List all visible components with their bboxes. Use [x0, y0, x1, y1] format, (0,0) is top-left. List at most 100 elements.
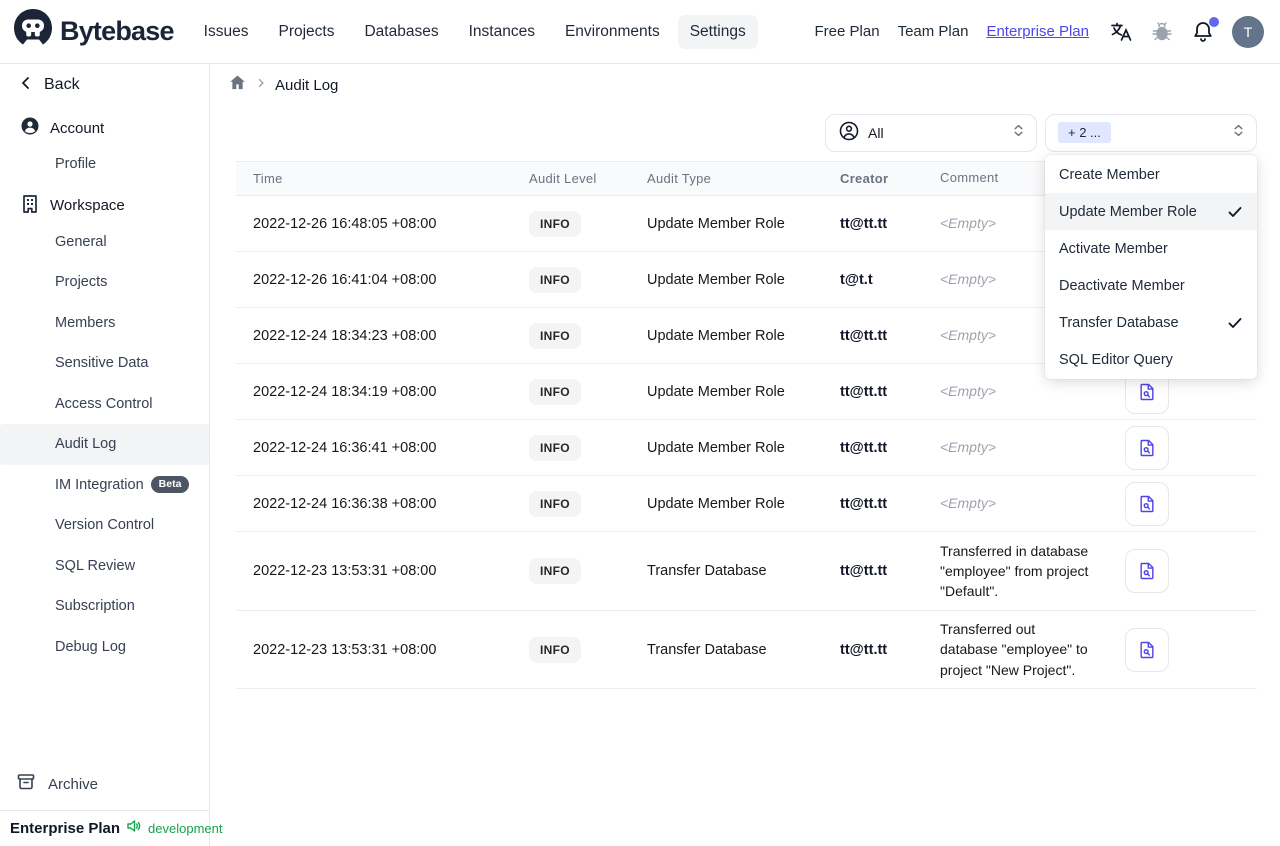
menu-item-update-member-role[interactable]: Update Member Role: [1045, 193, 1257, 230]
sidebar-group-account: Account: [0, 112, 209, 144]
nav-item-issues[interactable]: Issues: [192, 15, 261, 49]
nav-item-databases[interactable]: Databases: [352, 15, 450, 49]
main-nav: Issues Projects Databases Instances Envi…: [192, 14, 758, 49]
sidebar-group-workspace: Workspace: [0, 190, 209, 222]
row-creator: tt@tt.tt: [840, 327, 888, 344]
row-creator: tt@tt.tt: [840, 495, 888, 512]
audit-level-badge: INFO: [529, 322, 581, 349]
nav-item-projects[interactable]: Projects: [266, 15, 346, 49]
menu-item-transfer-database[interactable]: Transfer Database: [1045, 304, 1257, 341]
row-audit-type: Update Member Role: [647, 271, 785, 288]
sidebar-item-debug-log[interactable]: Debug Log: [0, 627, 209, 668]
team-plan-link[interactable]: Team Plan: [898, 23, 969, 40]
account-group-label: Account: [50, 119, 105, 137]
creator-filter-select[interactable]: All: [825, 114, 1037, 152]
column-header-time: Time: [253, 171, 283, 186]
nav-item-settings[interactable]: Settings: [677, 14, 758, 49]
view-detail-button[interactable]: [1125, 627, 1169, 672]
archive-label: Archive: [48, 775, 99, 793]
avatar[interactable]: T: [1232, 15, 1264, 48]
menu-item-create-member[interactable]: Create Member: [1045, 156, 1257, 193]
chevron-left-icon: [18, 75, 34, 96]
breadcrumb: Audit Log: [210, 75, 1280, 95]
row-comment: <Empty>: [940, 495, 997, 512]
row-time: 2022-12-24 16:36:38 +08:00: [253, 495, 437, 512]
brand-name: Bytebase: [60, 16, 174, 46]
row-creator: tt@tt.tt: [840, 383, 888, 400]
settings-sidebar: Back Account Profile Workspace General P…: [0, 64, 223, 846]
plan-links: Free Plan Team Plan Enterprise Plan: [815, 23, 1089, 40]
workspace-group-label: Workspace: [50, 197, 125, 214]
audit-level-badge: INFO: [529, 434, 581, 461]
breadcrumb-current: Audit Log: [275, 76, 339, 94]
home-icon[interactable]: [228, 73, 247, 97]
sidebar-item-im-integration[interactable]: IM Integration Beta: [0, 465, 209, 506]
row-comment: <Empty>: [940, 439, 997, 456]
menu-item-deactivate-member[interactable]: Deactivate Member: [1045, 267, 1257, 304]
chevron-up-down-icon: [1011, 123, 1026, 143]
bytebase-logo-icon: [14, 9, 52, 54]
column-header-audit-type: Audit Type: [647, 171, 712, 186]
sidebar-item-access-control[interactable]: Access Control: [0, 384, 209, 425]
building-icon: [20, 194, 40, 218]
row-time: 2022-12-23 13:53:31 +08:00: [253, 641, 437, 658]
view-detail-button[interactable]: [1125, 549, 1169, 593]
audit-level-badge: INFO: [529, 210, 581, 237]
free-plan-link[interactable]: Free Plan: [815, 23, 880, 40]
filter-toolbar: All + 2 ...: [210, 114, 1257, 152]
archive-icon: [16, 772, 36, 796]
nav-item-instances[interactable]: Instances: [457, 15, 547, 49]
row-audit-type: Update Member Role: [647, 327, 785, 344]
translate-icon[interactable]: [1109, 20, 1133, 44]
back-button[interactable]: Back: [0, 70, 209, 100]
audit-level-badge: INFO: [529, 490, 581, 517]
table-row: 2022-12-24 16:36:38 +08:00 INFO Update M…: [236, 476, 1257, 532]
table-row: 2022-12-23 13:53:31 +08:00 INFO Transfer…: [236, 611, 1257, 689]
sidebar-item-projects[interactable]: Projects: [0, 262, 209, 303]
row-time: 2022-12-26 16:41:04 +08:00: [253, 271, 437, 288]
row-comment: Transferred in database "employee" from …: [940, 542, 1089, 600]
nav-item-environments[interactable]: Environments: [553, 15, 672, 49]
bell-icon[interactable]: [1191, 16, 1219, 44]
menu-item-sql-editor-query[interactable]: SQL Editor Query: [1045, 341, 1257, 378]
person-circle-icon: [838, 120, 860, 147]
chevron-right-icon: [255, 76, 267, 94]
row-audit-type: Update Member Role: [647, 495, 785, 512]
sidebar-item-general[interactable]: General: [0, 222, 209, 263]
sidebar-footer: Enterprise Plan development: [0, 810, 223, 846]
audit-level-badge: INFO: [529, 636, 581, 663]
row-comment: <Empty>: [940, 383, 997, 400]
back-label: Back: [44, 76, 80, 93]
row-time: 2022-12-24 16:36:41 +08:00: [253, 439, 437, 456]
bytebase-logo[interactable]: Bytebase: [14, 9, 174, 54]
row-creator: tt@tt.tt: [840, 439, 888, 456]
audit-level-badge: INFO: [529, 378, 581, 405]
sidebar-item-version-control[interactable]: Version Control: [0, 505, 209, 546]
view-detail-button[interactable]: [1125, 425, 1169, 470]
audit-type-filter-select[interactable]: + 2 ...: [1045, 114, 1257, 152]
menu-item-activate-member[interactable]: Activate Member: [1045, 230, 1257, 267]
enterprise-plan-link[interactable]: Enterprise Plan: [986, 23, 1089, 40]
row-time: 2022-12-23 13:53:31 +08:00: [253, 563, 437, 579]
row-creator: tt@tt.tt: [840, 563, 888, 579]
sidebar-item-members[interactable]: Members: [0, 303, 209, 344]
row-time: 2022-12-24 18:34:23 +08:00: [253, 327, 437, 344]
notification-dot: [1209, 16, 1219, 27]
sidebar-item-sensitive-data[interactable]: Sensitive Data: [0, 343, 209, 384]
audit-level-badge: INFO: [529, 266, 581, 293]
sidebar-item-profile[interactable]: Profile: [0, 144, 209, 185]
view-detail-button[interactable]: [1125, 481, 1169, 526]
row-time: 2022-12-26 16:48:05 +08:00: [253, 215, 437, 232]
speaker-icon: [126, 818, 142, 839]
user-icon: [20, 116, 40, 140]
audit-level-badge: INFO: [529, 558, 581, 584]
creator-filter-value: All: [868, 125, 884, 141]
sidebar-item-sql-review[interactable]: SQL Review: [0, 546, 209, 587]
current-plan-label: Enterprise Plan: [10, 820, 121, 837]
sidebar-item-audit-log[interactable]: Audit Log: [0, 424, 209, 465]
chevron-up-down-icon: [1231, 123, 1246, 143]
archive-button[interactable]: Archive: [0, 764, 209, 804]
row-audit-type: Transfer Database: [647, 641, 767, 658]
bug-icon[interactable]: [1150, 20, 1174, 44]
sidebar-item-subscription[interactable]: Subscription: [0, 586, 209, 627]
